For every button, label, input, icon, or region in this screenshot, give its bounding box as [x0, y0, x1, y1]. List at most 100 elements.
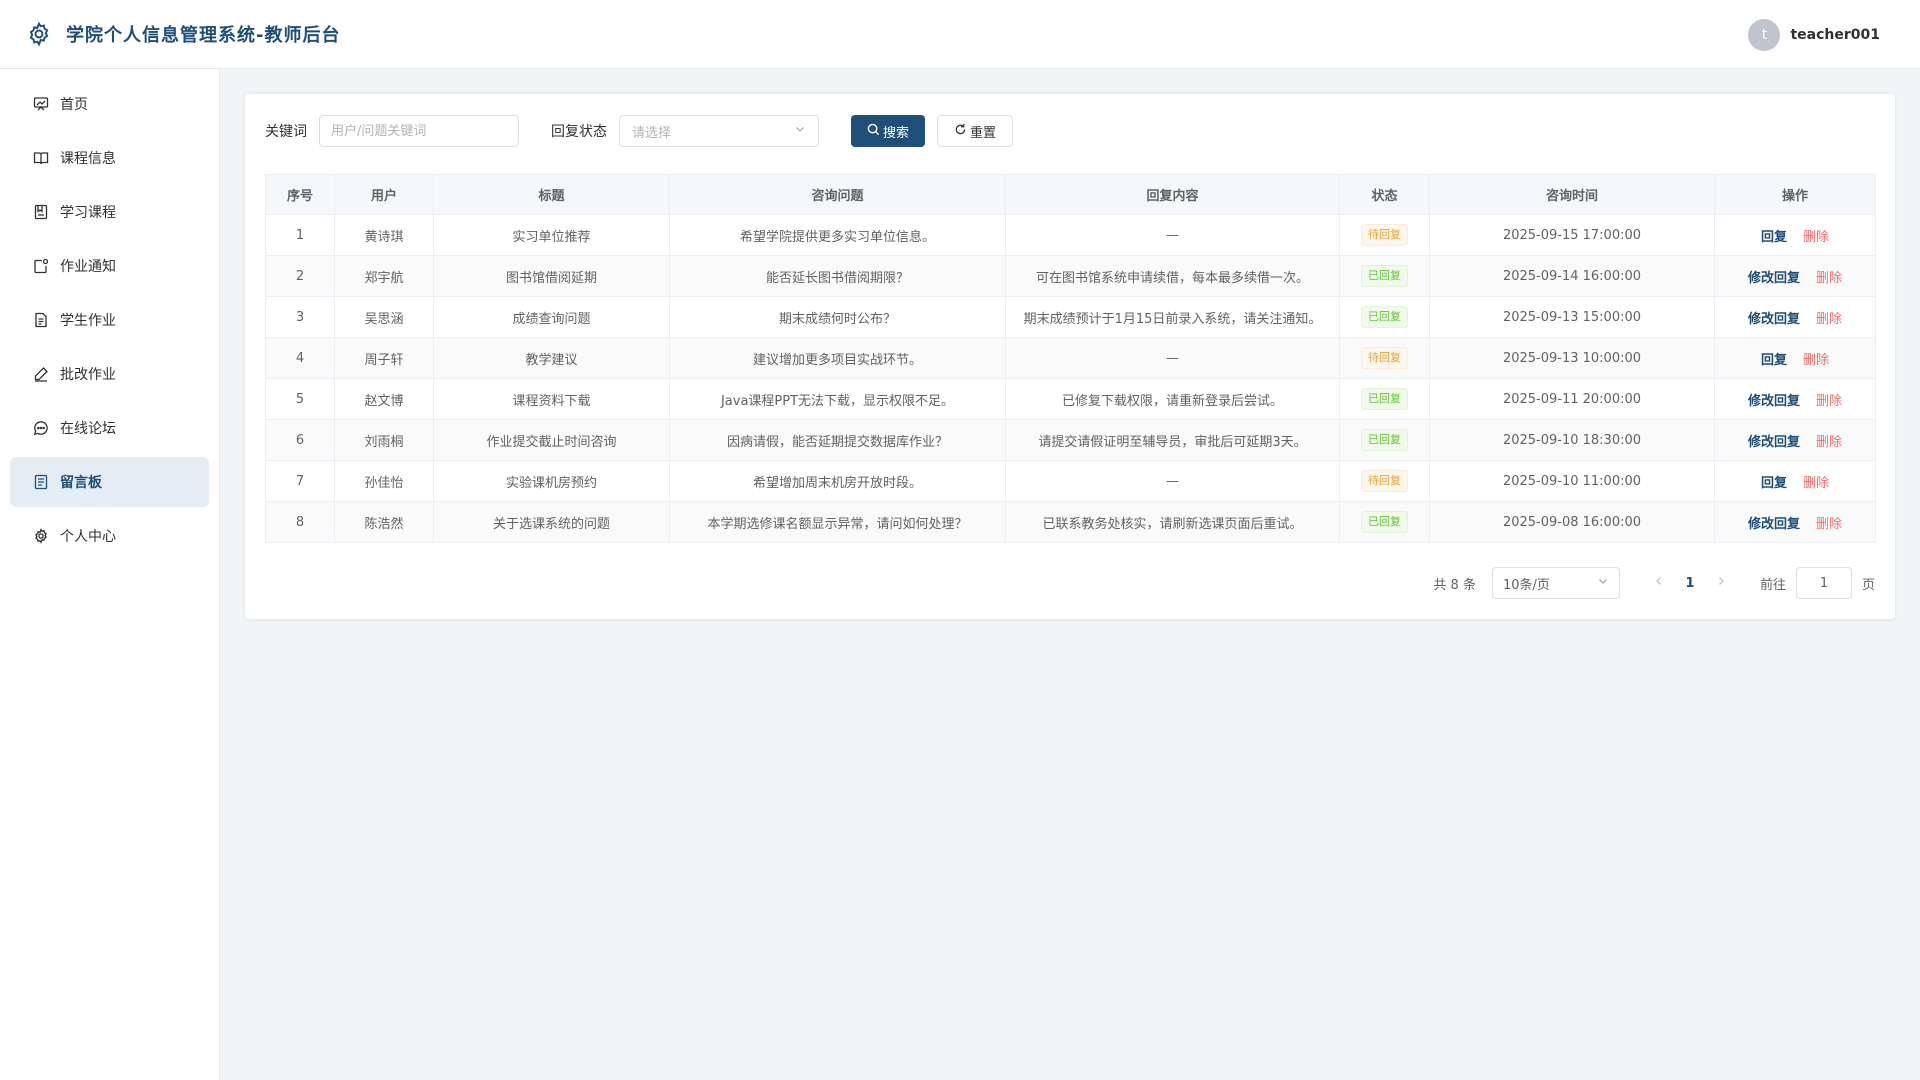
search-button[interactable]: 搜索: [851, 115, 926, 147]
search-button-label: 搜索: [883, 125, 910, 141]
sidebar-item-personal-center[interactable]: 个人中心: [10, 511, 209, 561]
notice-icon: [32, 257, 50, 275]
edit-reply-link[interactable]: 修改回复: [1748, 435, 1800, 450]
delete-link[interactable]: 删除: [1803, 353, 1829, 368]
cell-user: 黄诗琪: [334, 214, 434, 256]
cell-question: 因病请假，能否延期提交数据库作业？: [669, 419, 1006, 461]
cell-reply: —: [1005, 337, 1340, 379]
sidebar-item-message-board[interactable]: 留言板: [10, 457, 209, 507]
cell-question: 建议增加更多项目实战环节。: [669, 337, 1006, 379]
refresh-icon: [954, 123, 967, 140]
goto-page-input[interactable]: [1795, 567, 1852, 599]
cell-status: 已回复: [1339, 255, 1430, 297]
chat-icon: [32, 419, 50, 437]
cell-reply: —: [1005, 214, 1340, 256]
sidebar-item-grade-homework[interactable]: 批改作业: [10, 349, 209, 399]
cell-reply: 期末成绩预计于1月15日前录入系统，请关注通知。: [1005, 296, 1340, 338]
status-badge: 待回复: [1361, 224, 1408, 246]
reply-link[interactable]: 回复: [1761, 353, 1787, 368]
delete-link[interactable]: 删除: [1816, 435, 1842, 450]
cell-no: 8: [265, 501, 335, 543]
cell-user: 郑宇航: [334, 255, 434, 297]
goto-label: 前往: [1759, 577, 1786, 593]
status-select[interactable]: 请选择: [619, 115, 819, 147]
user-menu[interactable]: t teacher001: [1748, 18, 1880, 52]
sidebar-item-homework-notice[interactable]: 作业通知: [10, 241, 209, 291]
prev-page-button[interactable]: [1644, 575, 1674, 591]
sidebar-item-home[interactable]: 首页: [10, 79, 209, 129]
delete-link[interactable]: 删除: [1816, 394, 1842, 409]
status-badge: 已回复: [1361, 306, 1408, 328]
edit-reply-link[interactable]: 修改回复: [1748, 517, 1800, 532]
table-row: 3 吴思涵 成绩查询问题 期末成绩何时公布？ 期末成绩预计于1月15日前录入系统…: [265, 296, 1876, 338]
reset-button-label: 重置: [970, 125, 997, 141]
sidebar-item-course-info[interactable]: 课程信息: [10, 133, 209, 183]
keyword-input[interactable]: [319, 115, 519, 147]
delete-link[interactable]: 删除: [1803, 230, 1829, 245]
sidebar-item-student-homework[interactable]: 学生作业: [10, 295, 209, 345]
edit-reply-link[interactable]: 修改回复: [1748, 394, 1800, 409]
column-header: 用户: [334, 174, 434, 215]
sidebar-item-label: 在线论坛: [60, 421, 116, 437]
cell-time: 2025-09-08 16:00:00: [1429, 501, 1715, 543]
page-size-value: 10条/页: [1502, 577, 1550, 593]
sidebar-item-label: 首页: [60, 97, 88, 113]
cell-actions: 回复 删除: [1714, 214, 1876, 256]
cell-time: 2025-09-10 11:00:00: [1429, 460, 1715, 502]
status-badge: 已回复: [1361, 265, 1408, 287]
cell-reply: 请提交请假证明至辅导员，审批后可延期3天。: [1005, 419, 1340, 461]
status-label: 回复状态: [551, 124, 607, 140]
delete-link[interactable]: 删除: [1816, 271, 1842, 286]
reply-link[interactable]: 回复: [1761, 230, 1787, 245]
sidebar-item-study-course[interactable]: 学习课程: [10, 187, 209, 237]
chevron-down-icon: [794, 123, 806, 139]
cell-user: 孙佳怡: [334, 460, 434, 502]
sidebar-item-forum[interactable]: 在线论坛: [10, 403, 209, 453]
cell-actions: 修改回复 删除: [1714, 501, 1876, 543]
cell-no: 7: [265, 460, 335, 502]
column-header: 操作: [1714, 174, 1876, 215]
search-icon: [867, 123, 880, 140]
username[interactable]: teacher001: [1790, 27, 1880, 43]
status-badge: 已回复: [1361, 429, 1408, 451]
document-icon: [32, 311, 50, 329]
avatar[interactable]: t: [1748, 19, 1781, 51]
next-page-button[interactable]: [1706, 575, 1736, 591]
edit-reply-link[interactable]: 修改回复: [1748, 271, 1800, 286]
status-select-placeholder: 请选择: [632, 125, 672, 141]
cell-status: 已回复: [1339, 296, 1430, 338]
sidebar-item-label: 学习课程: [60, 205, 116, 221]
gear-icon: [24, 19, 54, 49]
total-count: 共 8 条: [1433, 577, 1476, 593]
table-row: 7 孙佳怡 实验课机房预约 希望增加周末机房开放时段。 — 待回复 2025-0…: [265, 460, 1876, 502]
cell-question: 期末成绩何时公布？: [669, 296, 1006, 338]
reply-link[interactable]: 回复: [1761, 476, 1787, 491]
cell-title: 实习单位推荐: [433, 214, 670, 256]
delete-link[interactable]: 删除: [1816, 312, 1842, 327]
column-header: 回复内容: [1005, 174, 1340, 215]
delete-link[interactable]: 删除: [1816, 517, 1842, 532]
cell-status: 已回复: [1339, 378, 1430, 420]
sidebar-item-label: 课程信息: [60, 151, 116, 167]
delete-link[interactable]: 删除: [1803, 476, 1829, 491]
cell-question: 本学期选修课名额显示异常，请问如何处理？: [669, 501, 1006, 543]
edit-reply-link[interactable]: 修改回复: [1748, 312, 1800, 327]
cell-question: 希望增加周末机房开放时段。: [669, 460, 1006, 502]
table-row: 1 黄诗琪 实习单位推荐 希望学院提供更多实习单位信息。 — 待回复 2025-…: [265, 214, 1876, 256]
page-size-select[interactable]: 10条/页: [1491, 567, 1620, 599]
cell-title: 课程资料下载: [433, 378, 670, 420]
cell-no: 3: [265, 296, 335, 338]
cell-time: 2025-09-14 16:00:00: [1429, 255, 1715, 297]
settings-icon: [32, 527, 50, 545]
page-number-current[interactable]: 1: [1674, 576, 1706, 591]
main-card: 关键词 回复状态 请选择 搜索 重置 序号: [245, 94, 1895, 619]
status-badge: 待回复: [1361, 347, 1408, 369]
message-table: 序号 用户 标题 咨询问题 回复内容 状态 咨询时间 操作 1 黄诗琪 实习单位…: [265, 174, 1876, 543]
reset-button[interactable]: 重置: [937, 115, 1014, 147]
table-row: 6 刘雨桐 作业提交截止时间咨询 因病请假，能否延期提交数据库作业？ 请提交请假…: [265, 419, 1876, 461]
cell-no: 6: [265, 419, 335, 461]
cell-time: 2025-09-11 20:00:00: [1429, 378, 1715, 420]
column-header: 标题: [433, 174, 670, 215]
cell-title: 教学建议: [433, 337, 670, 379]
cell-actions: 修改回复 删除: [1714, 255, 1876, 297]
